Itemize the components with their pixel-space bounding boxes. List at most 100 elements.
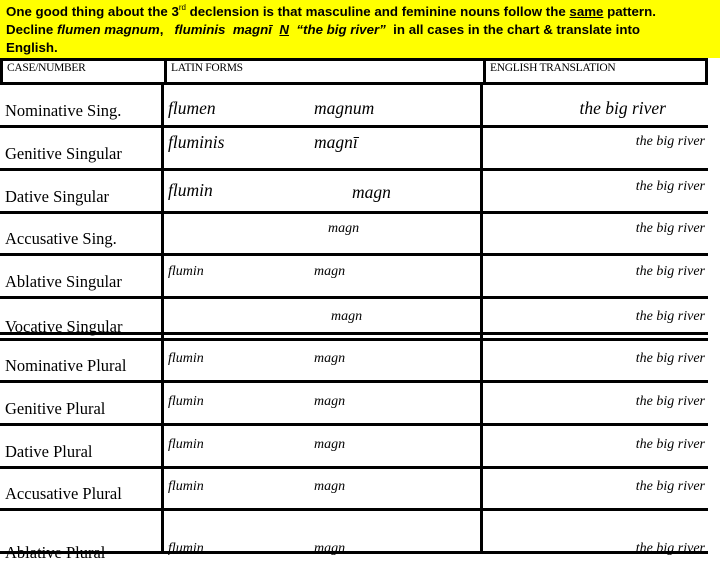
english-translation: the big river	[635, 264, 705, 279]
english-translation-cell: the big river	[480, 128, 711, 168]
instruction-line2-a: Decline	[6, 22, 57, 37]
table-row: Dative Plural flumin magn the big river	[0, 426, 708, 469]
english-translation-cell: the big river	[480, 383, 711, 423]
english-translation-cell: the big river	[480, 171, 711, 211]
adjective-form: magn	[314, 479, 346, 494]
noun-form: flumin	[168, 180, 213, 200]
english-translation: the big river	[579, 98, 666, 118]
english-translation: the big river	[635, 309, 705, 324]
english-translation: the big river	[635, 221, 705, 236]
adjective-form: magn	[331, 309, 363, 324]
adjective-form: magnum	[314, 98, 375, 118]
case-cell: Accusative Sing.	[0, 214, 161, 253]
adjective-form: magn	[314, 264, 346, 279]
english-translation-cell: the big river	[480, 511, 711, 556]
noun-form: fluminis	[168, 132, 225, 152]
case-label: Accusative Sing.	[5, 229, 117, 248]
adjective-form: magn	[328, 221, 360, 236]
english-translation: the big river	[635, 541, 705, 556]
instruction-line1-a: One good thing about the 3	[6, 4, 179, 19]
translation-hint: “the big river”	[296, 22, 386, 37]
case-cell: Dative Plural	[0, 426, 161, 466]
case-cell: Accusative Plural	[0, 469, 161, 508]
table-row: Nominative Plural flumin magn the big river	[0, 341, 708, 383]
case-label: Genitive Singular	[5, 144, 122, 163]
case-cell: Ablative Plural	[0, 511, 161, 562]
noun-form: flumin	[168, 541, 204, 556]
case-label: Accusative Plural	[5, 484, 122, 503]
case-cell: Genitive Plural	[0, 383, 161, 423]
instruction-line3: English.	[6, 40, 58, 55]
latin-forms-cell: magn	[161, 214, 483, 253]
latin-forms-cell: flumin magn	[161, 469, 483, 508]
header-latin: LATIN FORMS	[164, 61, 485, 82]
english-translation-cell: the big river	[480, 299, 711, 341]
english-translation-cell: the big river	[480, 426, 711, 466]
noun-form: flumin	[168, 437, 204, 452]
adjective-form: magn	[314, 541, 346, 556]
noun-form: flumin	[168, 394, 204, 409]
latin-forms-cell: flumin magn	[161, 426, 483, 466]
case-label: Ablative Plural	[5, 543, 106, 562]
table-row: Nominative Sing. flumen magnum the big rive…	[0, 85, 708, 128]
table-row: Dative Singular flumin magn the big river	[0, 171, 708, 214]
instruction-line2-c: in all cases in the chart & translate in…	[385, 22, 640, 37]
english-translation-cell: the big river	[480, 256, 711, 296]
gender-marker: N	[279, 22, 289, 37]
noun-form: flumin	[168, 351, 204, 366]
case-label: Genitive Plural	[5, 399, 106, 418]
english-translation-cell: the big river	[480, 85, 711, 125]
latin-forms-cell: flumen magnum	[161, 85, 483, 125]
noun-form: flumen	[168, 98, 216, 118]
english-translation: the big river	[635, 351, 705, 366]
instruction-text: One good thing about the 3rd declension …	[0, 0, 711, 57]
adjective-form: magnī	[314, 132, 358, 152]
english-translation: the big river	[635, 394, 705, 409]
header-english-label: ENGLISH TRANSLATION	[490, 62, 616, 74]
english-translation: the big river	[635, 179, 705, 194]
adjective-form: magn	[314, 351, 346, 366]
case-cell: Genitive Singular	[0, 128, 161, 168]
noun-form: flumin	[168, 264, 204, 279]
adjective-form: magn	[352, 182, 391, 202]
separator: ,	[159, 22, 175, 37]
table-row: Accusative Sing. magn the big river	[0, 214, 708, 256]
table-row: Ablative Singular flumin magn the big river	[0, 256, 708, 299]
english-translation-cell: the big river	[480, 214, 711, 253]
header-case-label: CASE/NUMBER	[7, 62, 86, 74]
case-label: Dative Plural	[5, 442, 93, 461]
case-label: Dative Singular	[5, 187, 110, 206]
instruction-banner: One good thing about the 3rd declension …	[0, 0, 720, 58]
case-label: Nominative Plural	[5, 356, 127, 375]
table-row: Genitive Plural flumin magn the big river	[0, 383, 708, 426]
adjective-form: magn	[314, 394, 346, 409]
table-row: Accusative Plural flumin magn the big river	[0, 469, 708, 511]
table-row: Genitive Singular fluminis magnī the big ri…	[0, 128, 708, 171]
latin-forms-cell: flumin magn	[161, 256, 483, 296]
case-label: Nominative Sing.	[5, 101, 122, 120]
case-cell: Nominative Plural	[0, 341, 161, 380]
english-translation: the big river	[635, 479, 705, 494]
english-translation-cell: the big river	[480, 341, 711, 380]
genitive-form: fluminis magnī	[174, 22, 272, 37]
table-header-row: CASE/NUMBER LATIN FORMS ENGLISH TRANSLAT…	[0, 58, 708, 85]
table-row: Ablative Plural flumin magn the big river	[0, 511, 711, 562]
latin-forms-cell: flumin magn	[161, 511, 483, 556]
table-row: Vocative Singular magn the big river	[0, 299, 708, 341]
case-cell: Vocative Singular	[0, 299, 161, 341]
latin-forms-cell: fluminis magnī	[161, 128, 483, 168]
instruction-line1-c: pattern.	[603, 4, 656, 19]
header-english: ENGLISH TRANSLATION	[483, 61, 708, 82]
emphasized-word: same	[569, 4, 604, 19]
english-translation-cell: the big river	[480, 469, 711, 508]
adjective-form: magn	[314, 437, 346, 452]
instruction-line1-b: declension is that masculine and feminin…	[185, 4, 570, 19]
nominative-form: flumen magnum	[57, 22, 160, 37]
case-cell: Dative Singular	[0, 171, 161, 211]
ordinal-suffix: rd	[178, 3, 186, 12]
case-label: Ablative Singular	[5, 272, 122, 291]
latin-forms-cell: magn	[161, 299, 483, 341]
table-body: Nominative Sing. flumen magnum the big rive…	[0, 85, 711, 562]
noun-form: flumin	[168, 479, 204, 494]
case-cell: Ablative Singular	[0, 256, 161, 296]
